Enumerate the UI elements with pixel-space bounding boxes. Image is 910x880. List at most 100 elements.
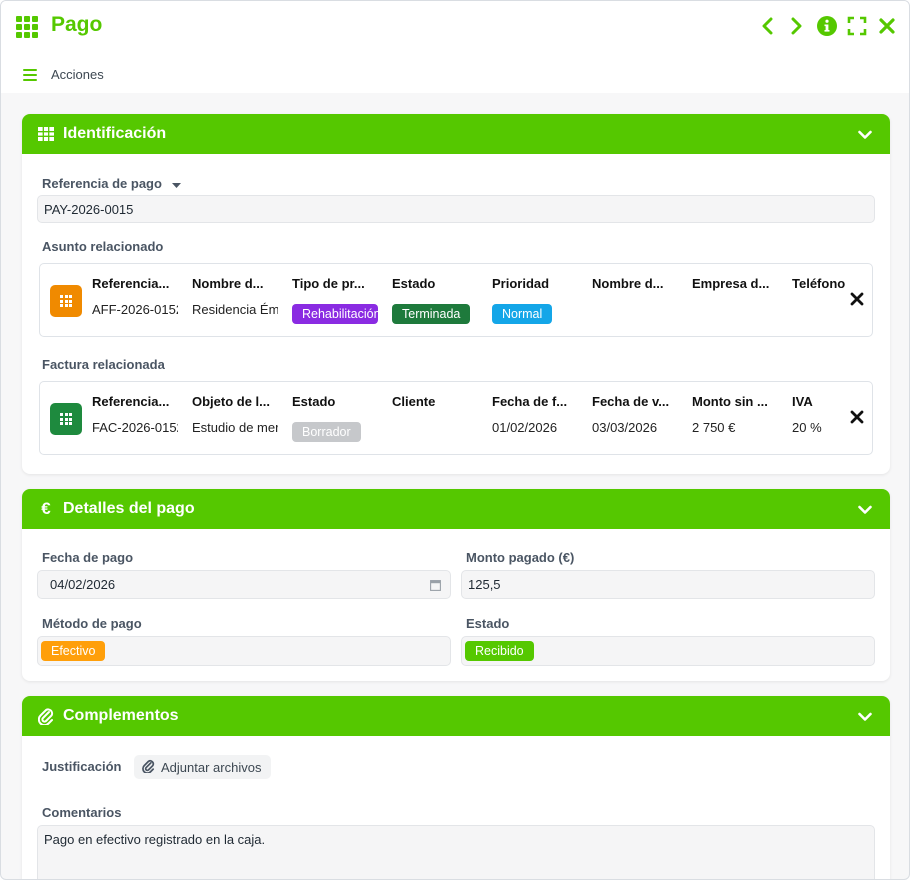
- factura-column-header: Cliente: [392, 394, 436, 409]
- factura-status-badge: Borrador: [292, 422, 361, 442]
- factura-label: Factura relacionada: [42, 357, 165, 372]
- factura-column-value: Estudio de mercado: [192, 420, 278, 435]
- monto-pagado-label: Monto pagado (€): [466, 550, 575, 565]
- payment-window: Pago Acciones Identificación Referencia …: [0, 0, 910, 880]
- factura-related-row[interactable]: Referencia... FAC-2026-0152 Objeto de l...…: [39, 381, 873, 455]
- asunto-column-header: Nombre d...: [192, 276, 264, 291]
- chevron-down-icon[interactable]: [858, 502, 872, 518]
- factura-column-header: Monto sin ...: [692, 394, 768, 409]
- factura-column-value: 20 %: [792, 420, 822, 435]
- justificacion-label: Justificación: [42, 759, 122, 774]
- asunto-column: Referencia... AFF-2026-0152: [92, 264, 180, 336]
- asunto-status-badge: Terminada: [392, 304, 471, 324]
- estado-label: Estado: [466, 616, 510, 631]
- identificacion-section: Identificación Referencia de pago PAY-20…: [22, 114, 890, 474]
- comentarios-label: Comentarios: [42, 805, 122, 820]
- factura-column-value: 2 750 €: [692, 420, 736, 435]
- asunto-column: Nombre d...: [592, 264, 680, 336]
- paperclip-icon: [142, 759, 155, 776]
- fecha-pago-label: Fecha de pago: [42, 550, 134, 565]
- metodo-pago-label: Método de pago: [42, 616, 142, 631]
- ref-pago-label: Referencia de pago: [42, 176, 181, 192]
- section-title: Identificación: [63, 125, 167, 142]
- table-icon: [37, 125, 55, 143]
- detalles-header[interactable]: € Detalles del pago: [22, 489, 890, 529]
- asunto-column-header: Tipo de pr...: [292, 276, 365, 291]
- asunto-column-header: Prioridad: [492, 276, 550, 291]
- factura-column: Monto sin ... 2 750 €: [692, 382, 780, 454]
- factura-column: Referencia... FAC-2026-0152: [92, 382, 180, 454]
- attach-files-label: Adjuntar archivos: [161, 759, 262, 775]
- complementos-header[interactable]: Complementos: [22, 696, 890, 736]
- monto-pagado-field[interactable]: 125,5: [461, 570, 875, 599]
- chevron-down-icon[interactable]: [858, 127, 872, 143]
- complementos-section: Complementos Justificación Adjuntar arch…: [22, 696, 890, 879]
- fecha-pago-field[interactable]: 04/02/2026: [37, 570, 451, 599]
- factura-column: Cliente: [392, 382, 480, 454]
- identificacion-header[interactable]: Identificación: [22, 114, 890, 154]
- invoice-grid-icon: [50, 403, 82, 435]
- asunto-column-value: AFF-2026-0152: [92, 302, 178, 317]
- asunto-label: Asunto relacionado: [42, 239, 164, 254]
- window-actions: [757, 14, 897, 38]
- asunto-column-header: Estado: [392, 276, 436, 291]
- factura-column-value: 01/02/2026: [492, 420, 558, 435]
- asunto-column: Estado Terminada: [392, 264, 480, 336]
- asunto-column: Empresa d...: [692, 264, 780, 336]
- factura-column-header: Referencia...: [92, 394, 170, 409]
- estado-field[interactable]: Recibido: [461, 636, 875, 666]
- previous-record-icon[interactable]: [757, 14, 777, 38]
- factura-column-header: Estado: [292, 394, 336, 409]
- asunto-column-header: Referencia...: [92, 276, 170, 291]
- asunto-column: Prioridad Normal: [492, 264, 580, 336]
- asunto-column: Teléfono: [792, 264, 880, 336]
- asunto-column-value: Residencia Émile: [192, 302, 278, 317]
- fecha-pago-value: 04/02/2026: [50, 577, 116, 592]
- metodo-pago-badge: Efectivo: [41, 641, 106, 661]
- close-window-icon[interactable]: [877, 14, 897, 38]
- metodo-pago-field[interactable]: Efectivo: [37, 636, 451, 666]
- factura-column-value: 03/03/2026: [592, 420, 658, 435]
- attach-files-button[interactable]: Adjuntar archivos: [134, 755, 272, 779]
- factura-column-header: IVA: [792, 394, 813, 409]
- asunto-column-header: Teléfono: [792, 276, 846, 291]
- actions-bar: Acciones: [1, 53, 909, 93]
- remove-factura-icon[interactable]: [850, 410, 864, 424]
- remove-asunto-icon[interactable]: [850, 292, 864, 306]
- next-record-icon[interactable]: [787, 14, 807, 38]
- fullscreen-icon[interactable]: [847, 14, 867, 38]
- title-bar: Pago: [1, 1, 909, 53]
- asunto-column-header: Empresa d...: [692, 276, 770, 291]
- factura-column: Fecha de f... 01/02/2026: [492, 382, 580, 454]
- factura-column: IVA 20 %: [792, 382, 880, 454]
- asunto-column: Nombre d... Residencia Émile: [192, 264, 280, 336]
- asunto-status-badge: Normal: [492, 304, 553, 324]
- factura-column: Fecha de v... 03/03/2026: [592, 382, 680, 454]
- info-icon[interactable]: [817, 14, 837, 38]
- estado-badge: Recibido: [465, 641, 534, 661]
- calendar-icon[interactable]: [430, 579, 441, 594]
- section-title: Complementos: [63, 707, 179, 724]
- caret-down-icon[interactable]: [171, 177, 181, 192]
- paperclip-icon: [37, 707, 55, 725]
- asunto-column-header: Nombre d...: [592, 276, 664, 291]
- asunto-related-row[interactable]: Referencia... AFF-2026-0152 Nombre d... Res…: [39, 263, 873, 337]
- chevron-down-icon[interactable]: [858, 709, 872, 725]
- ref-pago-field[interactable]: PAY-2026-0015: [37, 195, 875, 223]
- app-grid-icon: [16, 16, 40, 38]
- factura-column: Estado Borrador: [292, 382, 380, 454]
- section-title: Detalles del pago: [63, 500, 195, 517]
- comentarios-field[interactable]: Pago en efectivo registrado en la caja.: [37, 825, 875, 879]
- factura-column-header: Objeto de l...: [192, 394, 271, 409]
- window-title: Pago: [51, 13, 103, 36]
- factura-column-value: FAC-2026-0152: [92, 420, 178, 435]
- factura-column-header: Fecha de v...: [592, 394, 670, 409]
- asunto-column: Tipo de pr... Rehabilitación: [292, 264, 380, 336]
- hamburger-menu-icon[interactable]: [23, 69, 37, 81]
- euro-icon: €: [41, 499, 51, 518]
- factura-column: Objeto de l... Estudio de mercado: [192, 382, 280, 454]
- factura-column-header: Fecha de f...: [492, 394, 568, 409]
- detalles-section: € Detalles del pago Fecha de pago 04/02/…: [22, 489, 890, 681]
- asunto-status-badge: Rehabilitación: [292, 304, 378, 324]
- actions-label[interactable]: Acciones: [51, 67, 104, 82]
